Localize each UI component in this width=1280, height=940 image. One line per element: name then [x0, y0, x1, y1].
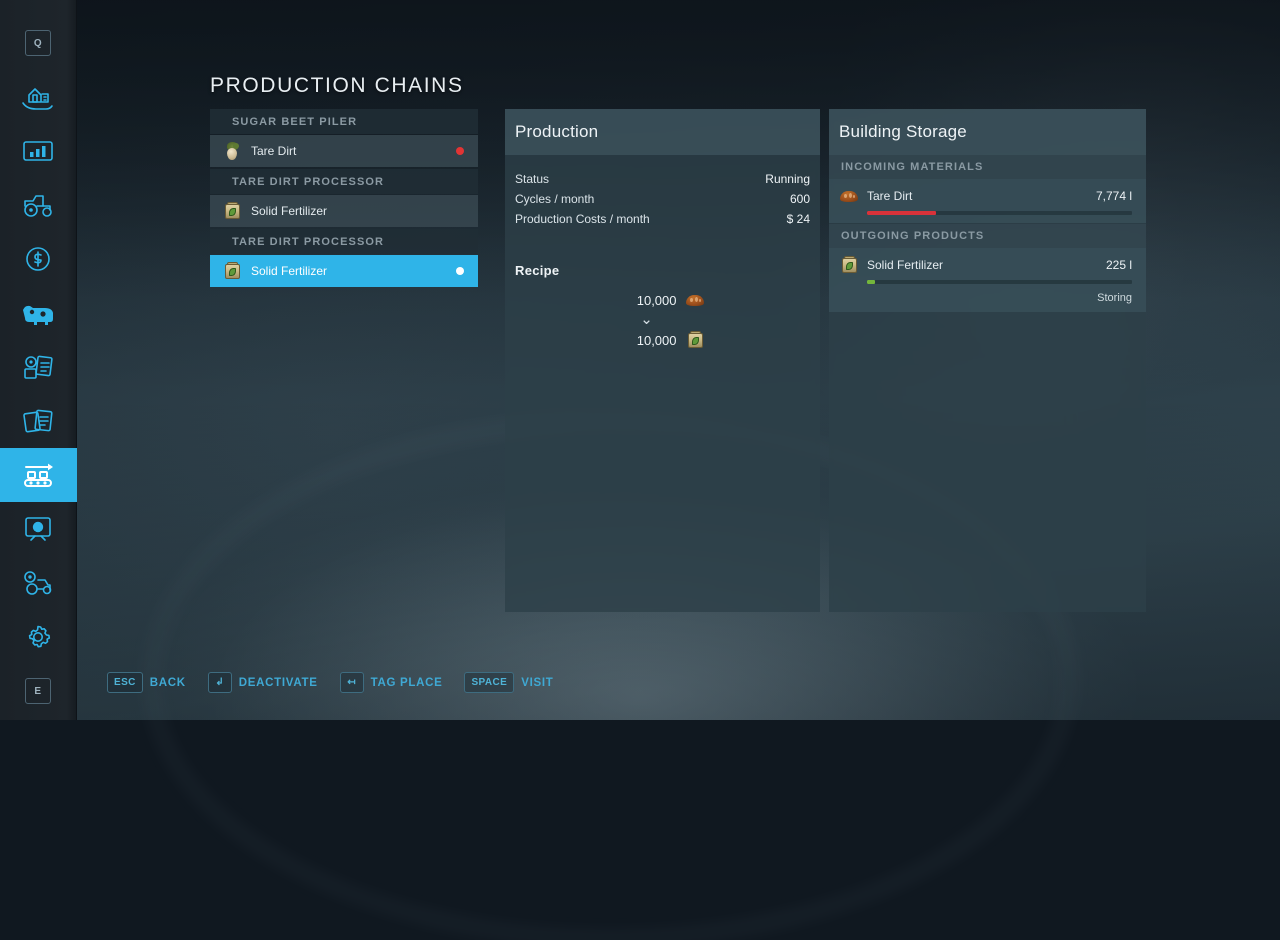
esc-key-icon: ESC	[107, 672, 143, 693]
sidebar-item-documents[interactable]	[0, 394, 77, 448]
farm-in-hand-icon	[20, 81, 56, 113]
sidebar-item-map-overview[interactable]	[0, 502, 77, 556]
sidebar-item-farm-hand[interactable]	[0, 70, 77, 124]
sidebar-item-settings[interactable]	[0, 610, 77, 664]
help-label: VISIT	[521, 677, 553, 689]
tare-dirt-mound-icon	[839, 186, 859, 206]
storage-panel-header: Building Storage	[829, 109, 1146, 155]
sidebar-item-production-chains[interactable]	[0, 448, 77, 502]
status-indicator-dot	[456, 267, 464, 275]
storage-fill-bar	[867, 280, 1132, 284]
sidebar-item-finances[interactable]	[0, 232, 77, 286]
dollar-circle-icon	[23, 244, 53, 274]
help-label: BACK	[150, 677, 186, 689]
conveyor-belt-icon	[20, 460, 56, 490]
stat-label: Production Costs / month	[515, 209, 650, 229]
production-panel-header: Production	[505, 109, 820, 155]
storage-item-amount: 225 l	[1106, 258, 1132, 272]
storage-item-label: Solid Fertilizer	[867, 258, 1106, 272]
gear-tractor-icon	[19, 568, 57, 598]
monitor-globe-icon	[22, 514, 54, 544]
space-key-icon: SPACE	[464, 672, 514, 693]
storage-item-status: Storing	[839, 292, 1132, 304]
storage-group-header-incoming: INCOMING MATERIALS	[829, 155, 1146, 179]
page-title: PRODUCTION CHAINS	[210, 74, 464, 98]
chain-item-label: Tare Dirt	[251, 144, 456, 158]
stat-label: Status	[515, 169, 549, 189]
stat-row-costs: Production Costs / month $ 24	[515, 209, 810, 229]
storage-row-main: Solid Fertilizer 225 l	[839, 255, 1132, 275]
chain-group-header: SUGAR BEET PILER	[210, 109, 478, 134]
stat-label: Cycles / month	[515, 189, 594, 209]
storage-group-header-outgoing: OUTGOING PRODUCTS	[829, 224, 1146, 248]
tare-dirt-icon	[222, 141, 242, 161]
sidebar-item-statistics[interactable]	[0, 124, 77, 178]
storage-item-amount: 7,774 l	[1096, 189, 1132, 203]
production-stats: Status Running Cycles / month 600 Produc…	[505, 155, 820, 229]
recipe-output-row: 10,000	[621, 330, 705, 350]
recipe-input-row: 10,000	[621, 290, 705, 310]
tab-key-icon: ↤	[340, 672, 364, 693]
help-action-deactivate[interactable]: ↲ DEACTIVATE	[208, 672, 318, 693]
help-action-back[interactable]: ESC BACK	[107, 672, 186, 693]
tare-dirt-mound-icon	[685, 290, 705, 310]
gear-documents-icon	[20, 352, 56, 382]
sidebar-item-exit[interactable]: E	[0, 664, 77, 718]
sidebar-item-vehicles[interactable]	[0, 178, 77, 232]
storage-item-label: Tare Dirt	[867, 189, 1096, 203]
solid-fertilizer-icon	[222, 261, 242, 281]
solid-fertilizer-icon	[839, 255, 859, 275]
chain-list-item[interactable]: Tare Dirt	[210, 135, 478, 167]
stat-value: Running	[765, 169, 810, 189]
storage-fill-bar	[867, 211, 1132, 215]
solid-fertilizer-icon	[685, 330, 705, 350]
sidebar-item-contracts[interactable]	[0, 340, 77, 394]
stat-value: $ 24	[787, 209, 810, 229]
production-chain-list: SUGAR BEET PILER Tare Dirt TARE DIRT PRO…	[210, 109, 478, 289]
storage-row-outgoing[interactable]: Solid Fertilizer 225 l Storing	[829, 248, 1146, 312]
stat-row-status: Status Running	[515, 169, 810, 189]
production-panel-title: Production	[515, 122, 598, 142]
keyboard-help-bar: ESC BACK ↲ DEACTIVATE ↤ TAG PLACE SPACE …	[107, 672, 553, 693]
production-panel: Production Status Running Cycles / month…	[505, 109, 820, 612]
chain-list-item[interactable]: Solid Fertilizer	[210, 195, 478, 227]
storage-row-main: Tare Dirt 7,774 l	[839, 186, 1132, 206]
help-action-visit[interactable]: SPACE VISIT	[464, 672, 553, 693]
sidebar-item-animals[interactable]	[0, 286, 77, 340]
enter-key-icon: ↲	[208, 672, 232, 693]
recipe-heading: Recipe	[515, 263, 820, 278]
bar-chart-icon	[21, 138, 55, 164]
building-storage-panel: Building Storage INCOMING MATERIALS Tare…	[829, 109, 1146, 612]
solid-fertilizer-icon	[222, 201, 242, 221]
help-label: TAG PLACE	[371, 677, 443, 689]
chevron-down-icon: ⌄	[640, 314, 653, 326]
chain-group-header: TARE DIRT PROCESSOR	[210, 229, 478, 254]
help-action-tag-place[interactable]: ↤ TAG PLACE	[340, 672, 443, 693]
recipe-diagram: 10,000 ⌄ 10,000	[505, 290, 820, 350]
chain-item-label: Solid Fertilizer	[251, 264, 456, 278]
status-indicator-dot	[456, 147, 464, 155]
cow-icon	[19, 299, 57, 327]
documents-icon	[20, 407, 56, 435]
stat-value: 600	[790, 189, 810, 209]
sidebar-item-vehicle-config[interactable]	[0, 556, 77, 610]
e-key-icon: E	[25, 678, 51, 704]
storage-fill-bar-value	[867, 280, 875, 284]
recipe-output-qty: 10,000	[621, 333, 677, 348]
tractor-icon	[20, 191, 56, 219]
status-indicator-dot	[456, 207, 464, 215]
recipe-input-qty: 10,000	[621, 293, 677, 308]
q-key-icon: Q	[25, 30, 51, 56]
sidebar-item-quickmenu[interactable]: Q	[0, 16, 77, 70]
storage-fill-bar-value	[867, 211, 936, 215]
help-label: DEACTIVATE	[239, 677, 318, 689]
main-sidebar: Q	[0, 0, 77, 720]
chain-item-label: Solid Fertilizer	[251, 204, 456, 218]
storage-panel-title: Building Storage	[839, 122, 967, 142]
stat-row-cycles: Cycles / month 600	[515, 189, 810, 209]
chain-group-header: TARE DIRT PROCESSOR	[210, 169, 478, 194]
storage-row-incoming[interactable]: Tare Dirt 7,774 l	[829, 179, 1146, 223]
chain-list-item-selected[interactable]: Solid Fertilizer	[210, 255, 478, 287]
gear-icon	[23, 622, 53, 652]
